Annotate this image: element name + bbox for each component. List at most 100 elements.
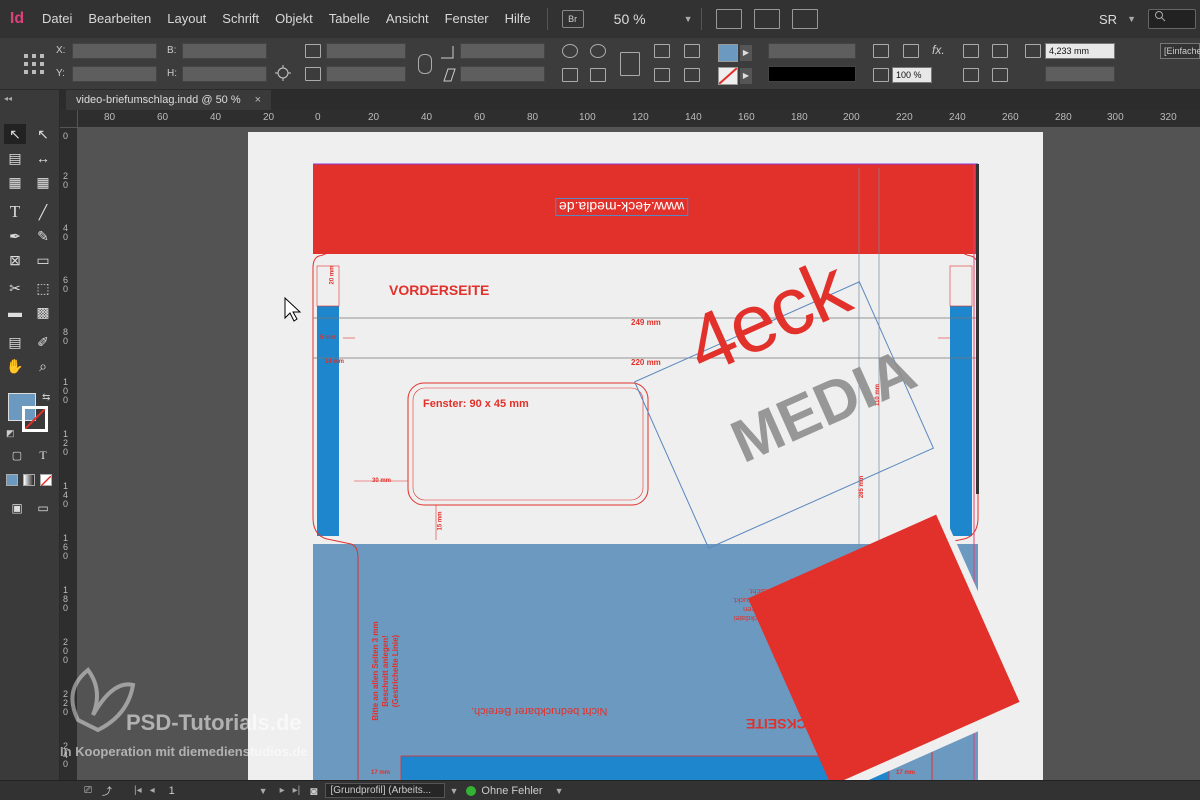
select-next-icon[interactable]: [684, 44, 700, 58]
paragraph-style-field[interactable]: [Einfache: [1160, 43, 1200, 59]
constrain-proportions-icon[interactable]: [274, 64, 292, 82]
width-field[interactable]: [182, 43, 267, 59]
status-dropdown-icon[interactable]: ▼: [555, 786, 564, 796]
apply-gradient-icon[interactable]: [23, 474, 35, 486]
next-page-icon[interactable]: ▸: [280, 785, 285, 796]
shear-field[interactable]: [460, 66, 545, 82]
close-tab-icon[interactable]: ×: [255, 90, 261, 110]
zoom-dropdown-icon[interactable]: ▼: [684, 14, 693, 24]
scale-y-icon[interactable]: [305, 67, 321, 81]
flip-vertical-icon[interactable]: [590, 68, 606, 82]
content-collector-icon[interactable]: ▦: [4, 172, 26, 192]
hand-tool-icon[interactable]: ✋: [4, 356, 26, 376]
apply-none-icon[interactable]: [40, 474, 52, 487]
fit-content-icon[interactable]: [963, 68, 979, 82]
select-container-icon[interactable]: [654, 44, 670, 58]
stroke-type-select[interactable]: [768, 66, 856, 82]
page-dropdown-icon[interactable]: ▼: [259, 786, 268, 796]
workspace-dropdown-icon[interactable]: ▼: [1127, 14, 1136, 24]
auto-fit-icon[interactable]: [1025, 44, 1041, 58]
select-previous-icon[interactable]: [684, 68, 700, 82]
fill-swatch[interactable]: [718, 44, 738, 62]
menu-hilfe[interactable]: Hilfe: [497, 0, 539, 38]
horizontal-ruler[interactable]: 80 60 40 20 0 20 40 60 80 100 120 140 16…: [60, 110, 1200, 128]
workspace-switcher[interactable]: SR: [1099, 12, 1117, 27]
apply-color-icon[interactable]: [6, 474, 18, 486]
stroke-color-swatch[interactable]: [22, 406, 48, 432]
swap-colors-icon[interactable]: ⇆: [42, 392, 50, 403]
rotate-cw-icon[interactable]: [562, 44, 578, 58]
stroke-swatch[interactable]: [718, 67, 738, 85]
arrange-documents-icon[interactable]: [791, 9, 818, 29]
collapse-toolbox-icon[interactable]: ◂◂: [4, 94, 12, 103]
line-tool-icon[interactable]: ╱: [32, 202, 54, 222]
first-page-icon[interactable]: |◂: [134, 785, 142, 796]
prev-page-icon[interactable]: ◂: [150, 785, 155, 796]
page-number[interactable]: 1: [169, 785, 259, 797]
rectangle-frame-tool-icon[interactable]: ⊠: [4, 250, 26, 270]
x-field[interactable]: [72, 43, 157, 59]
search-input[interactable]: [1148, 9, 1196, 29]
frame-fitting-icon[interactable]: [992, 44, 1008, 58]
profile-dropdown-icon[interactable]: ▼: [449, 786, 458, 796]
type-tool-icon[interactable]: T: [4, 202, 26, 222]
gradient-feather-tool-icon[interactable]: ▩: [32, 302, 54, 322]
scale-x-field[interactable]: [326, 43, 406, 59]
select-content-icon[interactable]: [654, 68, 670, 82]
link-scale-icon[interactable]: [418, 54, 432, 74]
drop-shadow-icon[interactable]: [903, 44, 919, 58]
reference-point-icon[interactable]: [22, 52, 46, 76]
document-open-icon[interactable]: ◙: [310, 784, 317, 798]
menu-objekt[interactable]: Objekt: [267, 0, 321, 38]
gradient-swatch-tool-icon[interactable]: ▬: [4, 302, 26, 322]
height-field[interactable]: [182, 66, 267, 82]
format-container-icon[interactable]: ▢: [6, 445, 28, 465]
menu-fenster[interactable]: Fenster: [437, 0, 497, 38]
fill-menu-icon[interactable]: ▶: [740, 45, 752, 61]
rotate-field[interactable]: [460, 43, 545, 59]
flip-horizontal-icon[interactable]: [562, 68, 578, 82]
stroke-menu-icon[interactable]: ▶: [740, 68, 752, 84]
content-placer-icon[interactable]: ▦: [32, 172, 54, 192]
pen-tool-icon[interactable]: ✒: [4, 226, 26, 246]
format-text-icon[interactable]: T: [32, 445, 54, 465]
gap-tool-icon[interactable]: ↔: [32, 148, 54, 168]
ruler-origin[interactable]: [60, 110, 78, 128]
menu-ansicht[interactable]: Ansicht: [378, 0, 437, 38]
menu-tabelle[interactable]: Tabelle: [321, 0, 378, 38]
stroke-weight-field[interactable]: [768, 43, 856, 59]
preflight-profile[interactable]: [Grundprofil] (Arbeits...: [325, 783, 446, 798]
view-options-icon[interactable]: [715, 9, 742, 29]
normal-view-icon[interactable]: ▣: [6, 498, 28, 518]
fx-icon[interactable]: fx.: [932, 43, 945, 57]
zoom-tool-icon[interactable]: ⌕: [32, 356, 54, 376]
direct-selection-tool-icon[interactable]: ↖: [32, 124, 54, 144]
pencil-tool-icon[interactable]: ✎: [32, 226, 54, 246]
scissors-tool-icon[interactable]: ✂: [4, 278, 26, 298]
stroke-size-field[interactable]: 4,233 mm: [1045, 43, 1115, 59]
status-icon[interactable]: ⎚: [84, 785, 92, 796]
selection-tool-icon[interactable]: ↖: [4, 124, 26, 144]
corner-options-icon[interactable]: [873, 44, 889, 58]
document-tab[interactable]: video-briefumschlag.indd @ 50 % ×: [66, 90, 272, 110]
scale-x-icon[interactable]: [305, 44, 321, 58]
menu-layout[interactable]: Layout: [159, 0, 214, 38]
page-tool-icon[interactable]: ▤: [4, 148, 26, 168]
fit-frame-icon[interactable]: [992, 68, 1008, 82]
rectangle-tool-icon[interactable]: ▭: [32, 250, 54, 270]
note-tool-icon[interactable]: ▤: [4, 332, 26, 352]
default-colors-icon[interactable]: ◩: [6, 428, 15, 439]
zoom-level[interactable]: 50 %: [614, 11, 684, 27]
menu-bearbeiten[interactable]: Bearbeiten: [80, 0, 159, 38]
last-page-icon[interactable]: ▸|: [293, 785, 301, 796]
scale-y-field[interactable]: [326, 66, 406, 82]
free-transform-tool-icon[interactable]: ⬚: [32, 278, 54, 298]
eyedropper-tool-icon[interactable]: ✐: [32, 332, 54, 352]
opacity-field[interactable]: 100 %: [892, 67, 932, 83]
bridge-button[interactable]: Br: [561, 10, 584, 28]
menu-datei[interactable]: Datei: [34, 0, 80, 38]
menu-schrift[interactable]: Schrift: [214, 0, 267, 38]
rotate-ccw-icon[interactable]: [590, 44, 606, 58]
screen-mode-icon[interactable]: [753, 9, 780, 29]
y-field[interactable]: [72, 66, 157, 82]
